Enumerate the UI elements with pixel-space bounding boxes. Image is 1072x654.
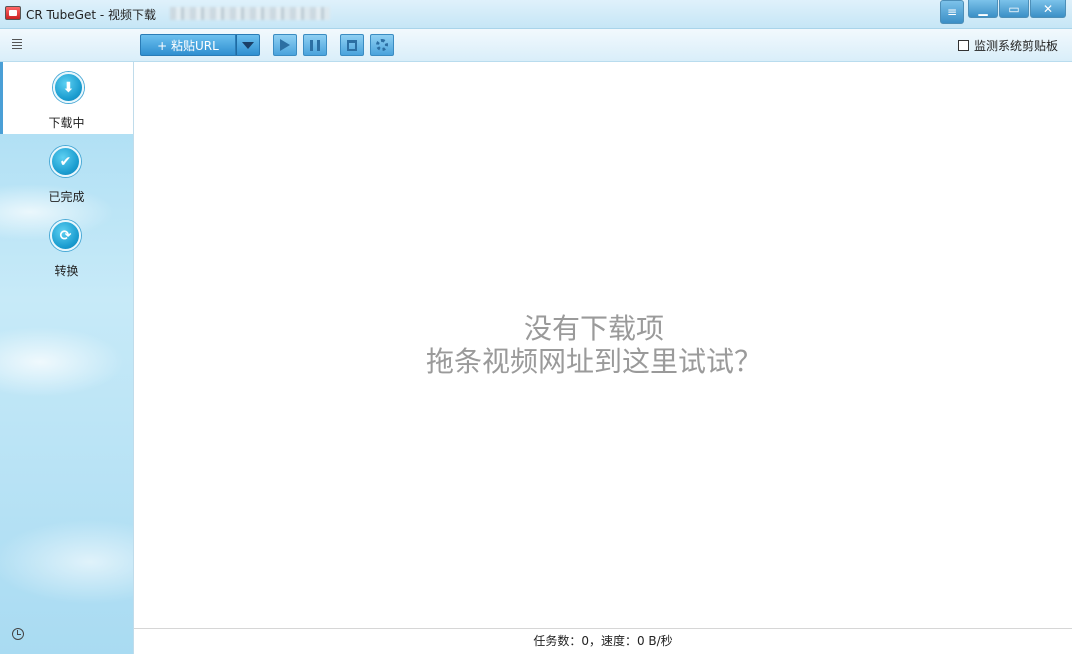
app-icon: [5, 6, 21, 20]
sidebar-item-label: 下载中: [48, 116, 85, 130]
checkmark-icon: ✔: [50, 146, 81, 177]
sidebar-toggle-icon[interactable]: [12, 39, 22, 51]
settings-button[interactable]: [370, 34, 394, 56]
sidebar-item-downloading[interactable]: ⬇ 下载中: [0, 62, 133, 134]
status-bar: 任务数：0，速度：0 B/秒: [134, 628, 1072, 654]
title-redacted-text: [170, 7, 330, 20]
download-icon: ⬇: [53, 72, 84, 103]
close-icon: ✕: [1042, 1, 1054, 16]
paste-url-button[interactable]: + 粘贴URL: [140, 34, 236, 56]
download-list-area[interactable]: 没有下载项 拖条视频网址到这里试试？: [134, 62, 1072, 628]
pause-icon: [310, 39, 320, 51]
empty-state-line2: 拖条视频网址到这里试试？: [425, 345, 762, 378]
convert-icon: ⟳: [50, 220, 81, 251]
sidebar-item-convert[interactable]: ⟳ 转换: [0, 210, 133, 282]
maximize-button[interactable]: ▭: [999, 0, 1029, 18]
window-controls: ≡ ▁ ▭ ✕: [940, 0, 1066, 24]
paste-url-dropdown-button[interactable]: [236, 34, 260, 56]
minimize-button[interactable]: ▁: [968, 0, 998, 18]
close-button[interactable]: ✕: [1030, 0, 1066, 18]
sidebar: ⬇ 下载中 ✔ 已完成 ⟳ 转换: [0, 62, 134, 654]
empty-state-line1: 没有下载项: [523, 312, 664, 345]
clock-icon[interactable]: [12, 628, 24, 640]
empty-state-message: 没有下载项 拖条视频网址到这里试试？: [134, 312, 1054, 378]
minimize-icon: ▁: [978, 1, 988, 16]
window-title: CR TubeGet - 视频下载: [26, 8, 156, 22]
monitor-clipboard-label: 监测系统剪贴板: [973, 39, 1058, 53]
toolbar: + 粘贴URL 监测系统剪贴板: [0, 29, 1072, 62]
title-bar: CR TubeGet - 视频下载 ≡ ▁ ▭ ✕: [0, 0, 1072, 29]
monitor-clipboard-toggle[interactable]: 监测系统剪贴板: [957, 37, 1058, 54]
status-text: 任务数：0，速度：0 B/秒: [533, 634, 673, 648]
paste-url-label: + 粘贴URL: [157, 38, 219, 53]
sidebar-item-label: 已完成: [48, 190, 85, 204]
delete-button[interactable]: [340, 34, 364, 56]
monitor-clipboard-checkbox[interactable]: [957, 40, 969, 51]
play-icon: [280, 39, 290, 51]
gear-icon: [376, 39, 388, 51]
pause-button[interactable]: [303, 34, 327, 56]
start-button[interactable]: [273, 34, 297, 56]
trash-icon: [347, 39, 357, 51]
maximize-icon: ▭: [1008, 1, 1020, 16]
sidebar-item-label: 转换: [54, 264, 79, 278]
menu-icon[interactable]: ≡: [940, 0, 964, 24]
sidebar-item-completed[interactable]: ✔ 已完成: [0, 136, 133, 208]
